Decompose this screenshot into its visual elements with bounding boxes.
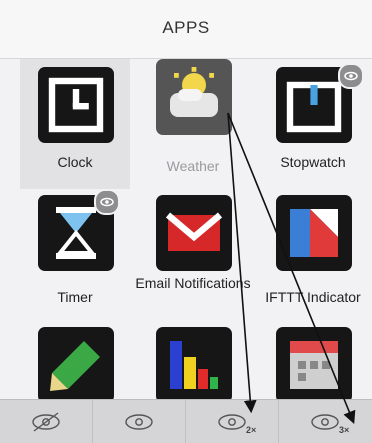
app-tile-stopwatch[interactable]: Stopwatch [258, 59, 368, 189]
app-header: APPS [0, 0, 372, 59]
ifttt-icon [276, 195, 352, 271]
app-label: Timer [57, 289, 93, 305]
app-label: Weather [166, 158, 220, 174]
app-tile-chart[interactable] [138, 327, 248, 399]
eye-3x-icon [311, 414, 339, 430]
app-label: Clock [57, 154, 93, 170]
eye-hidden-icon [32, 412, 60, 432]
visibility-toolbar: 2× 3× [0, 399, 372, 443]
app-tile-calendar[interactable] [258, 327, 368, 399]
app-label: IFTTT Indicator [265, 289, 361, 305]
app-tile-timer[interactable]: Timer [20, 189, 130, 325]
app-label: Email Notifications [135, 275, 251, 291]
app-tile-email[interactable]: Email Notifications [135, 195, 251, 325]
app-tile-ifttt[interactable]: IFTTT Indicator [258, 195, 368, 325]
weather-icon [156, 59, 232, 135]
hide-button[interactable] [0, 400, 93, 443]
app-tile-clock[interactable]: Clock [20, 59, 130, 189]
clock-icon [38, 67, 114, 143]
show-2x-button[interactable]: 2× [186, 400, 279, 443]
show-button[interactable] [93, 400, 186, 443]
app-tile-weather[interactable]: Weather [138, 59, 248, 189]
calendar-icon [276, 327, 352, 399]
pencil-icon [38, 327, 114, 399]
multiplier-label: 2× [246, 425, 257, 435]
bar-chart-icon [156, 327, 232, 399]
apps-grid: Clock Weather Stopwatch Timer Email Noti… [0, 59, 372, 399]
multiplier-label: 3× [339, 425, 350, 435]
email-icon [156, 195, 232, 271]
app-tile-pencil[interactable] [20, 327, 130, 399]
app-label: Stopwatch [280, 154, 346, 170]
eye-badge-icon [94, 189, 120, 215]
eye-icon [125, 414, 153, 430]
eye-badge-icon [338, 63, 364, 89]
page-title: APPS [162, 18, 210, 37]
show-3x-button[interactable]: 3× [279, 400, 371, 443]
eye-2x-icon [218, 414, 246, 430]
